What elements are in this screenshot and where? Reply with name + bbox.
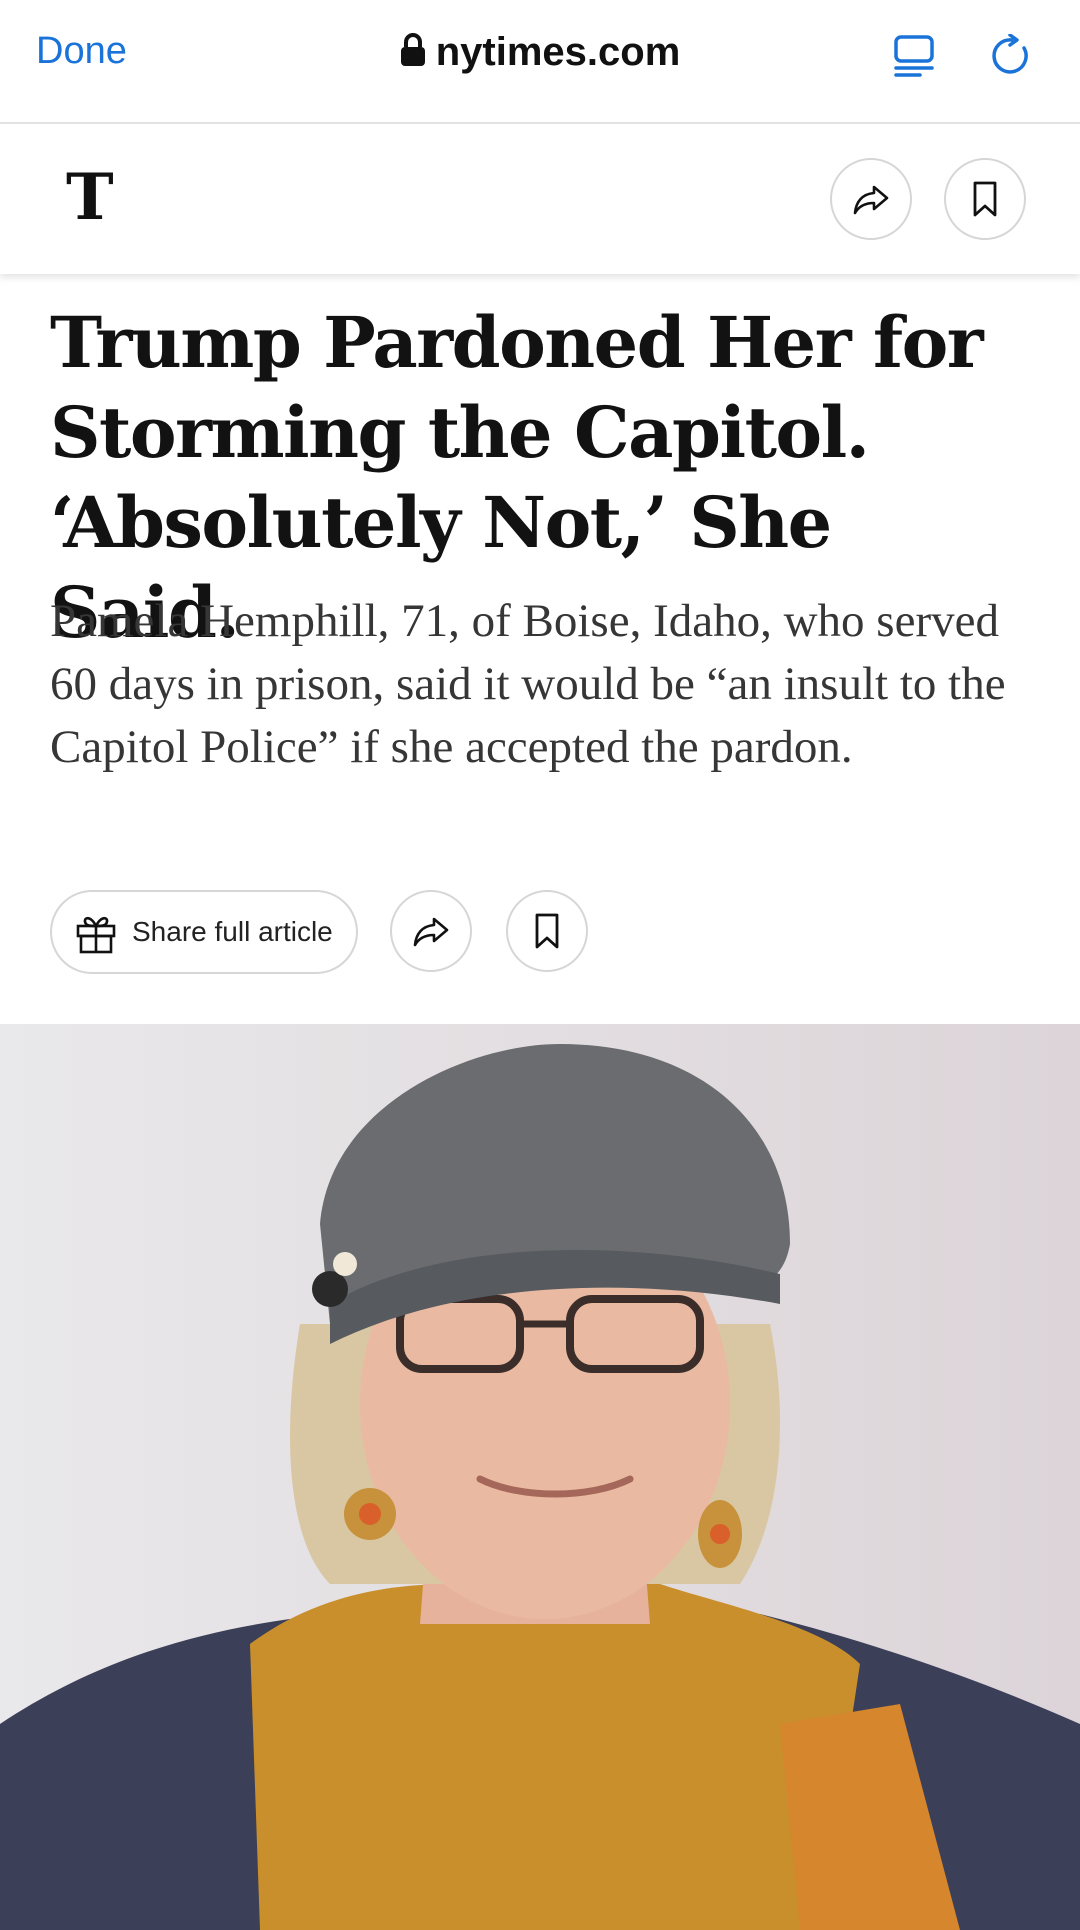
article-bookmark-button[interactable] [506, 890, 588, 972]
article-summary: Pamela Hemphill, 71, of Boise, Idaho, wh… [50, 595, 1006, 773]
browser-toolbar: Done nytimes.com [0, 0, 1080, 124]
article-share-button[interactable] [390, 890, 472, 972]
share-full-article-button[interactable]: Share full article [50, 890, 358, 974]
article-lead-photo [0, 1024, 1080, 1930]
share-icon [413, 917, 449, 947]
share-full-article-label: Share full article [132, 916, 333, 947]
share-icon [853, 185, 889, 215]
reload-icon[interactable] [990, 33, 1034, 78]
bookmark-icon [535, 913, 559, 949]
app-header: T [0, 124, 1080, 274]
header-bookmark-button[interactable] [944, 158, 1026, 240]
lock-icon [400, 32, 426, 66]
url-text: nytimes.com [435, 30, 681, 74]
reader-icon[interactable] [892, 34, 936, 78]
nyt-logo[interactable]: T [66, 166, 114, 230]
bookmark-icon [973, 181, 997, 217]
header-share-button[interactable] [830, 158, 912, 240]
gift-icon [76, 916, 116, 954]
